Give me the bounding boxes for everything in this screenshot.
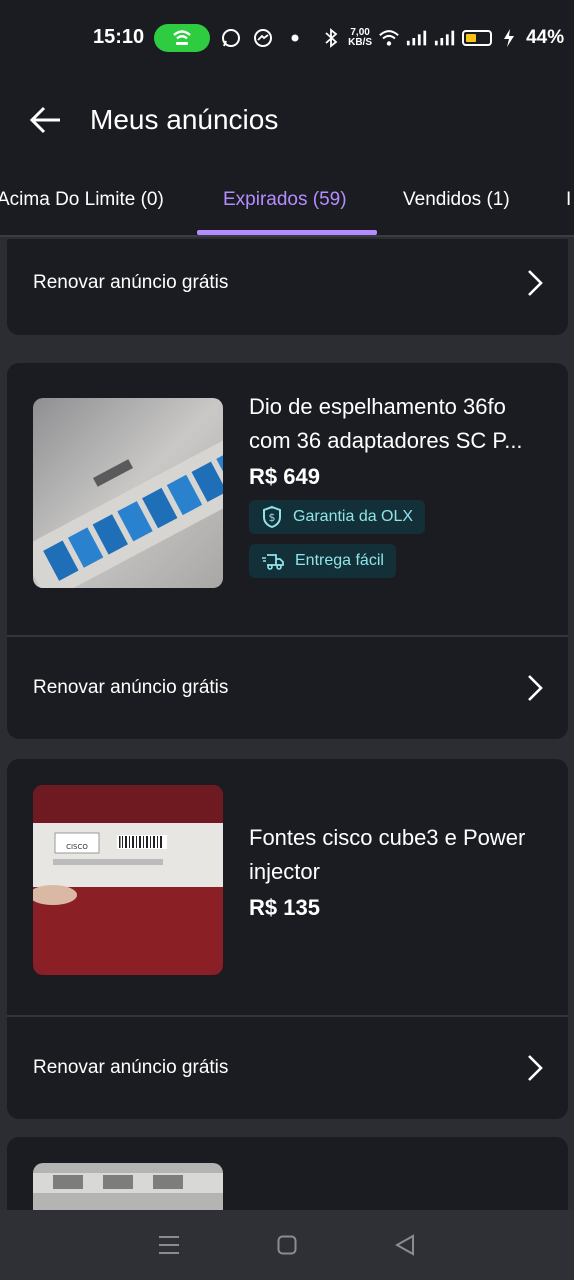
system-nav-bar	[0, 1210, 574, 1280]
listing-price: R$ 649	[249, 464, 320, 489]
easy-delivery-label: Entrega fácil	[295, 552, 384, 569]
renew-ad-label: Renovar anúncio grátis	[33, 1057, 229, 1078]
tab-next[interactable]: I	[566, 165, 571, 235]
tab-vendidos[interactable]: Vendidos (1)	[403, 165, 510, 235]
recent-apps-button[interactable]	[149, 1225, 189, 1265]
arrow-left-icon	[30, 106, 60, 134]
listing-thumbnail[interactable]	[33, 1163, 223, 1210]
battery-percent: 44%	[526, 26, 565, 48]
listing-info: Fontes cisco cube3 e Power injector R$ 1…	[249, 821, 549, 921]
signal-1-icon	[406, 27, 428, 49]
easy-delivery-badge: Entrega fácil	[249, 544, 396, 578]
notification-dot-icon	[284, 27, 306, 49]
listing-thumbnail[interactable]	[33, 398, 223, 588]
renew-ad-label: Renovar anúncio grátis	[33, 677, 229, 698]
listing-item[interactable]: CISCO Fontes cisco cube3 e Power injecto…	[7, 759, 568, 1015]
signal-2-icon	[434, 27, 456, 49]
renew-ad-row[interactable]: Renovar anúncio grátis	[7, 1015, 568, 1119]
cisco-label: CISCO	[66, 843, 88, 851]
olx-guarantee-badge: $ Garantia da OLX	[249, 500, 426, 534]
renew-ad-row[interactable]: Renovar anúncio grátis	[7, 635, 568, 739]
app-header: Meus anúncios	[0, 75, 574, 165]
charging-icon	[498, 27, 520, 49]
listing-item[interactable]: Dio de espelhamento 36fo com 36 adaptado…	[7, 363, 568, 635]
listing-title-line-1: Fontes cisco cube3 e Power	[249, 825, 526, 850]
listings-list: Renovar anúncio grátis Dio de espelhamen…	[0, 239, 574, 1210]
listing-card	[7, 1137, 568, 1210]
net-speed-unit: KB/S	[348, 36, 373, 48]
listing-thumbnail[interactable]: CISCO	[33, 785, 223, 975]
chevron-right-icon	[528, 270, 543, 296]
renew-ad-label: Renovar anúncio grátis	[33, 272, 229, 293]
home-button[interactable]	[267, 1225, 307, 1265]
delivery-truck-icon	[262, 554, 284, 570]
tab-acima-do-limite[interactable]: Acima Do Limite (0)	[0, 165, 164, 235]
listing-card: Dio de espelhamento 36fo com 36 adaptado…	[7, 363, 568, 739]
messenger-icon	[252, 27, 274, 49]
whatsapp-icon	[220, 27, 242, 49]
bluetooth-icon	[320, 27, 342, 49]
renew-ad-row[interactable]: Renovar anúncio grátis	[7, 239, 568, 335]
triangle-back-icon	[395, 1234, 414, 1256]
status-time: 15:10	[93, 26, 145, 48]
chevron-right-icon	[528, 675, 543, 701]
listing-card: CISCO Fontes cisco cube3 e Power injecto…	[7, 759, 568, 1119]
net-speed-value: 7,00	[350, 26, 370, 38]
page-title: Meus anúncios	[90, 104, 279, 135]
tab-bar: Acima Do Limite (0) Expirados (59) Vendi…	[0, 165, 574, 237]
status-bar: 15:10 7,00 KB/S 44%	[0, 0, 574, 75]
wifi-icon	[378, 27, 400, 49]
shield-dollar-icon: $	[263, 505, 281, 529]
listing-card: Renovar anúncio grátis	[7, 239, 568, 335]
hotspot-icon	[154, 23, 211, 52]
battery-icon	[462, 29, 493, 46]
listing-info: Dio de espelhamento 36fo com 36 adaptado…	[249, 390, 549, 578]
olx-guarantee-label: Garantia da OLX	[293, 508, 414, 525]
square-icon	[277, 1235, 297, 1255]
chevron-right-icon	[528, 1055, 543, 1081]
back-nav-button[interactable]	[385, 1225, 425, 1265]
listing-price: R$ 135	[249, 895, 320, 920]
listing-title-line-2: injector	[249, 859, 320, 884]
tab-expirados[interactable]: Expirados (59)	[223, 165, 347, 235]
svg-text:$: $	[269, 511, 276, 524]
listing-title-line-1: Dio de espelhamento 36fo	[249, 394, 506, 419]
menu-icon	[159, 1236, 179, 1254]
listing-title-line-2: com 36 adaptadores SC P...	[249, 428, 523, 453]
active-tab-indicator	[197, 230, 377, 235]
back-button[interactable]	[14, 88, 78, 152]
network-speed: 7,00 KB/S	[348, 26, 373, 48]
